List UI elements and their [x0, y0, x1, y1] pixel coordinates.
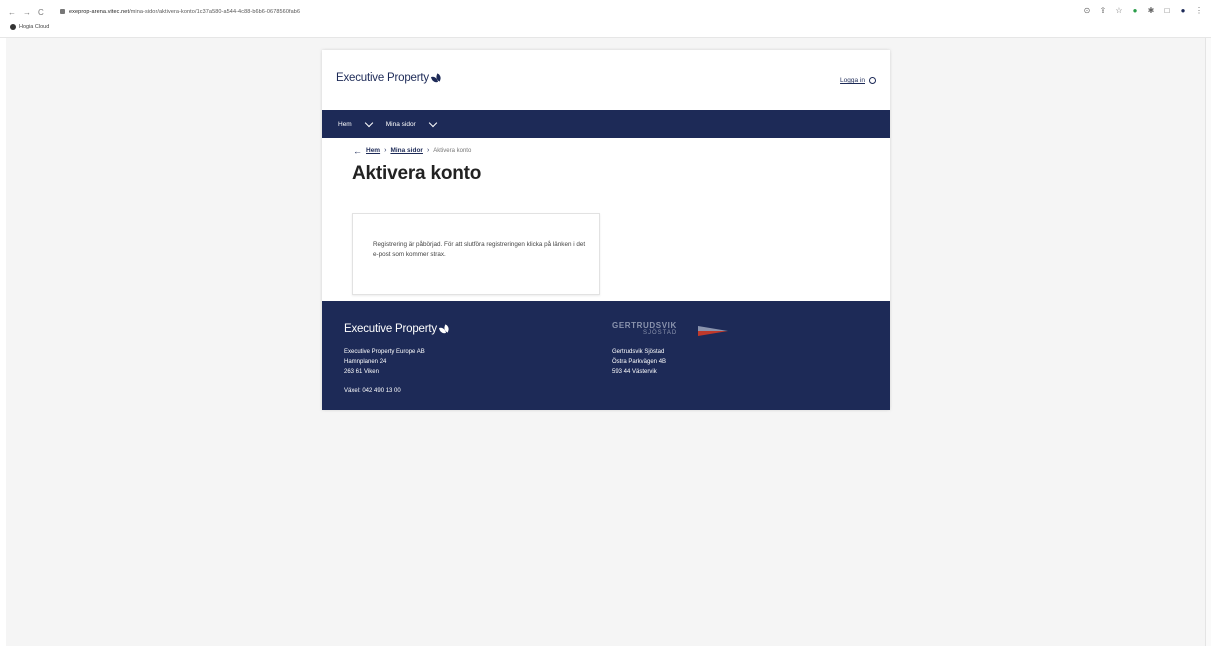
nav-item-label: Mina sidor — [385, 120, 416, 128]
main-navbar: Hem Mina sidor — [322, 110, 890, 138]
registration-message: Registrering är påbörjad. För att slutfö… — [373, 241, 586, 258]
nav-item-label: Hem — [338, 120, 352, 128]
puzzle-icon[interactable]: ✱ — [1147, 7, 1155, 15]
scrollbar[interactable] — [1205, 38, 1211, 646]
extension-icon[interactable]: ● — [1131, 7, 1139, 15]
user-icon — [869, 77, 876, 84]
nav-item-mina-sidor[interactable]: Mina sidor — [385, 118, 437, 128]
address-bar[interactable]: exeprop-arena.vitec.net/mina-sidor/aktiv… — [60, 8, 300, 16]
breadcrumb-mina-sidor[interactable]: Mina sidor — [390, 147, 423, 154]
login-link[interactable]: Logga in — [840, 77, 876, 84]
site-page: Executive Property Logga in Hem Mina sid… — [322, 50, 890, 410]
address-line: 593 44 Västervik — [612, 369, 657, 375]
reload-icon[interactable]: C — [38, 8, 44, 17]
browser-toolbar-icons: ⊙ ⇪ ☆ ● ✱ □ ● ⋮ — [1083, 7, 1203, 15]
browser-nav: ← → C — [8, 8, 44, 17]
message-card: Registrering är påbörjad. För att slutfö… — [352, 213, 600, 295]
share-icon[interactable]: ⇪ — [1099, 7, 1107, 15]
partner-name: GERTRUDSVIK — [612, 321, 677, 330]
page-title: Aktivera konto — [352, 163, 482, 184]
breadcrumb: ← Hem › Mina sidor › Aktivera konto — [353, 146, 472, 155]
breadcrumb-current: Aktivera konto — [433, 147, 472, 154]
footer-company-address: Executive Property Europe AB Hamnplanen … — [344, 347, 425, 377]
partner-sub: SJÖSTAD — [643, 330, 678, 336]
address-line: Östra Parkvägen 4B — [612, 359, 667, 365]
site-footer: Executive Property Executive Property Eu… — [322, 301, 890, 410]
login-label: Logga in — [840, 77, 865, 84]
breadcrumb-hem[interactable]: Hem — [366, 147, 380, 154]
browser-chrome: ← → C exeprop-arena.vitec.net/mina-sidor… — [0, 0, 1211, 38]
url-path: /mina-sidor/aktivera-konto/1c37a580-a544… — [129, 9, 301, 15]
breadcrumb-separator-icon: › — [384, 147, 387, 154]
footer-partner-address: Gertrudsvik Sjöstad Östra Parkvägen 4B 5… — [612, 347, 666, 377]
site-logo[interactable]: Executive Property — [336, 72, 442, 84]
sidepanel-icon[interactable]: □ — [1163, 7, 1171, 15]
chevron-down-icon[interactable] — [364, 118, 373, 127]
star-icon[interactable]: ☆ — [1115, 7, 1123, 15]
breadcrumb-separator-icon: › — [426, 147, 430, 154]
bookmark-hogia[interactable]: Hogia Cloud — [10, 24, 49, 30]
bookmark-icon — [10, 24, 16, 30]
partner-logo[interactable]: GERTRUDSVIK SJÖSTAD — [612, 321, 677, 336]
logo-leaf-icon — [438, 323, 450, 335]
logo-text: Executive Property — [336, 72, 429, 84]
footer-logo[interactable]: Executive Property — [344, 323, 450, 335]
back-arrow-icon[interactable]: ← — [353, 146, 362, 155]
profile-icon[interactable]: ● — [1179, 7, 1187, 15]
address-line: 263 61 Viken — [344, 369, 379, 375]
footer-logo-text: Executive Property — [344, 323, 437, 335]
chevron-down-icon[interactable] — [428, 118, 437, 127]
back-icon[interactable]: ← — [8, 8, 16, 17]
bookmark-label: Hogia Cloud — [19, 24, 50, 30]
translate-icon[interactable]: ⊙ — [1083, 7, 1091, 15]
nav-item-hem[interactable]: Hem — [338, 118, 373, 128]
url-host: exeprop-arena.vitec.net — [69, 9, 130, 15]
address-line: Hamnplanen 24 — [344, 359, 387, 365]
address-line: Gertrudsvik Sjöstad — [612, 349, 665, 355]
site-header: Executive Property Logga in — [322, 50, 890, 110]
lock-icon — [60, 9, 65, 15]
footer-phone: Växel: 042 490 13 00 — [344, 388, 401, 394]
address-line: Executive Property Europe AB — [344, 349, 425, 355]
menu-icon[interactable]: ⋮ — [1195, 7, 1203, 15]
logo-leaf-icon — [430, 72, 442, 84]
forward-icon[interactable]: → — [23, 8, 31, 17]
partner-flag-icon — [698, 326, 728, 336]
